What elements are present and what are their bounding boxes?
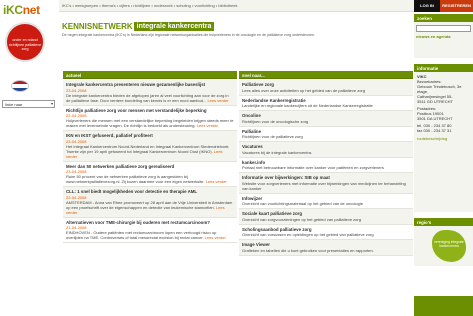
news-excerpt: Het Integraal Kankercentrum Noord-Nederl… [66,143,229,154]
quick-link-item[interactable]: Infowijzer Overzicht van voorlichtingsmat… [239,194,413,209]
dutch-flag-icon[interactable] [11,80,29,92]
links-header: snel naar... [239,71,413,79]
news-text: Ruim 50 procent van de netwerken palliat… [66,174,234,184]
badge-text: onder en roland richtlijnen palliatieve … [8,38,42,52]
quick-link-desc: Overzicht van zorgvoorzieningen op het g… [242,216,361,222]
quick-link-desc: Landelijke en regionale kankercijfers ui… [242,103,373,108]
route-link[interactable]: routebeschrijving [417,136,470,141]
news-text: Het Integraal Kankercentrum Noord-Nederl… [66,144,234,159]
register-button[interactable]: REGISTREREN [440,0,473,12]
logo[interactable]: iKCnet [3,3,40,17]
quick-link-item[interactable]: Oncoline Richtlijnen voor de oncologische… [239,111,413,127]
quick-link-item[interactable]: Nederlandse Kankerregistratie Landelijke … [239,96,413,111]
info-header: informatie [414,64,473,72]
fax-number: fax 030 - 234 37 31 [417,128,452,133]
news-item[interactable]: Meer dan 50 netwerken palliatieve zorg g… [63,162,237,187]
language-select-value: linke naar [5,102,23,107]
news-text: EINDHOVEN - Oudere patiënten met rectumc… [66,230,234,240]
news-item[interactable]: CLL: 1 snel biedt mogelijkheden voor det… [63,187,237,218]
quick-link-desc: Richtlijnen voor de oncologische zorg [242,118,309,124]
quick-link-desc: Portaal met betrouwbare informatie over … [242,165,384,170]
search-input[interactable] [416,25,471,32]
logo-suffix: net [22,3,40,17]
brand-tagline: De negen integrale kankercentra (IKC's) … [62,33,316,37]
news-excerpt: EINDHOVEN - Oudere patiënten met rectumc… [66,230,217,240]
visit-line: 3511 GD UTRECHT [417,99,453,104]
post-line: 3501 DA UTRECHT [417,116,453,121]
quick-link-item[interactable]: Vacatures Vacatures bij de integrale kank… [239,142,413,158]
regio-box: vereniging integrale kankercentra [414,226,473,266]
news-text: De integrale kankercentra bieden de afge… [66,93,234,103]
top-actions: LOG IN REGISTREREN [414,0,473,12]
quick-link-desc: Vacatures bij de integrale kankercentra. [242,149,313,155]
news-list: Integrale kankercentra presenteren nieuw… [63,80,237,316]
chevron-down-icon: ▾ [50,101,53,106]
quick-link-item[interactable]: kanker.info Portaal met betrouwbare infor… [239,158,413,173]
news-item[interactable]: Integrale kankercentra presenteren nieuw… [63,80,237,106]
news-excerpt: De integrale kankercentra bieden de afge… [66,92,229,103]
contact-info: VIKC Bezoekadres: Gebouw Trindebosch, 3e… [414,72,473,212]
news-item[interactable]: Alternatieven voor TME-chirurgie bij oud… [63,218,237,243]
quick-link-desc: Overzicht van voorlichtingsmateriaal op … [242,201,363,206]
top-navigation[interactable]: IKC's • werkgroepen • thema's • cijfers … [59,0,414,12]
netherlands-map[interactable]: vereniging integrale kankercentra [432,230,466,262]
brand-subtitle: integrale kankercentra [133,22,215,31]
news-text: AMSTERDAM - Anna van Rhee promoveert op … [66,200,234,215]
quick-link-item[interactable]: Informatie over bijwerkingen: SIB op maa… [239,173,413,194]
brand-title: KENNISNETWERK integrale kankercentra [59,22,414,31]
quick-link-desc: Lees alles over onze activiteiten op het… [242,87,365,93]
right-sidebar: zoeken nieuws en agenda informatie VIKC … [414,14,473,316]
quick-link-item[interactable]: Sociale kaart palliatieve zorg Overzicht … [239,209,413,225]
quick-links-list: Palliatieve zorg Lees alles over onze act… [239,80,413,316]
quick-link-desc: Overzicht van cursussen en opleidingen o… [242,232,374,237]
news-item[interactable]: Richtlijn palliatieve zorg voor mensen m… [63,106,237,131]
brand-name: KENNISNETWERK [62,22,133,31]
news-header: actueel [63,71,237,79]
quick-link-desc: Website voor zorgverleners met informati… [242,180,406,191]
brand-header: KENNISNETWERK integrale kankercentra De … [59,22,414,52]
sidebar-footer [414,296,473,316]
search-box: nieuws en agenda [414,22,473,58]
read-more-link[interactable]: Lees verder [197,123,218,128]
quick-link-item[interactable]: Scholingsaanbod palliatieve zorg Overzich… [239,225,413,240]
read-more-link[interactable]: Lees verder [207,98,228,103]
news-excerpt: AMSTERDAM - Anna van Rhee promoveert op … [66,199,233,210]
news-title[interactable]: Alternatieven voor TME-chirurgie bij oud… [66,220,234,226]
left-column: iKCnet onder en roland richtlijnen palli… [0,0,59,316]
quick-link-item[interactable]: Palliatieve zorg Lees alles over onze act… [239,80,413,96]
quick-link-desc: Grafieken en tabellen die u kunt gebruik… [242,247,374,253]
logo-prefix: iKC [3,3,23,17]
quick-link-desc: Richtlijnen voor de palliatieve zorg [242,134,303,139]
search-header: zoeken [414,14,473,22]
language-select[interactable]: linke naar ▾ [2,100,55,108]
news-item[interactable]: IKN en IKST gefuseerd, pallatief profite… [63,131,237,162]
news-excerpt: Ruim 50 procent van de netwerken palliat… [66,174,205,184]
palliative-badge[interactable]: onder en roland richtlijnen palliatieve … [5,22,45,62]
quick-link-item[interactable]: Pallialine Richtlijnen voor de palliatiev… [239,127,413,142]
news-text: Hulpverleners die mensen met een verstan… [66,118,234,128]
regio-header: regio's [414,218,473,226]
quick-link-item[interactable]: Image Viewer Grafieken en tabellen die u … [239,240,413,256]
topnav-links[interactable]: IKC's • werkgroepen • thema's • cijfers … [62,3,237,8]
map-label: vereniging integrale kankercentra [434,240,464,248]
read-more-link[interactable]: Lees verder [206,179,227,184]
news-agenda-link[interactable]: nieuws en agenda [416,34,471,39]
login-button[interactable]: LOG IN [414,0,440,12]
visit-line: Gebouw Trindebosch, 3e etage, [417,84,462,94]
read-more-link[interactable]: Lees verder [205,235,226,240]
